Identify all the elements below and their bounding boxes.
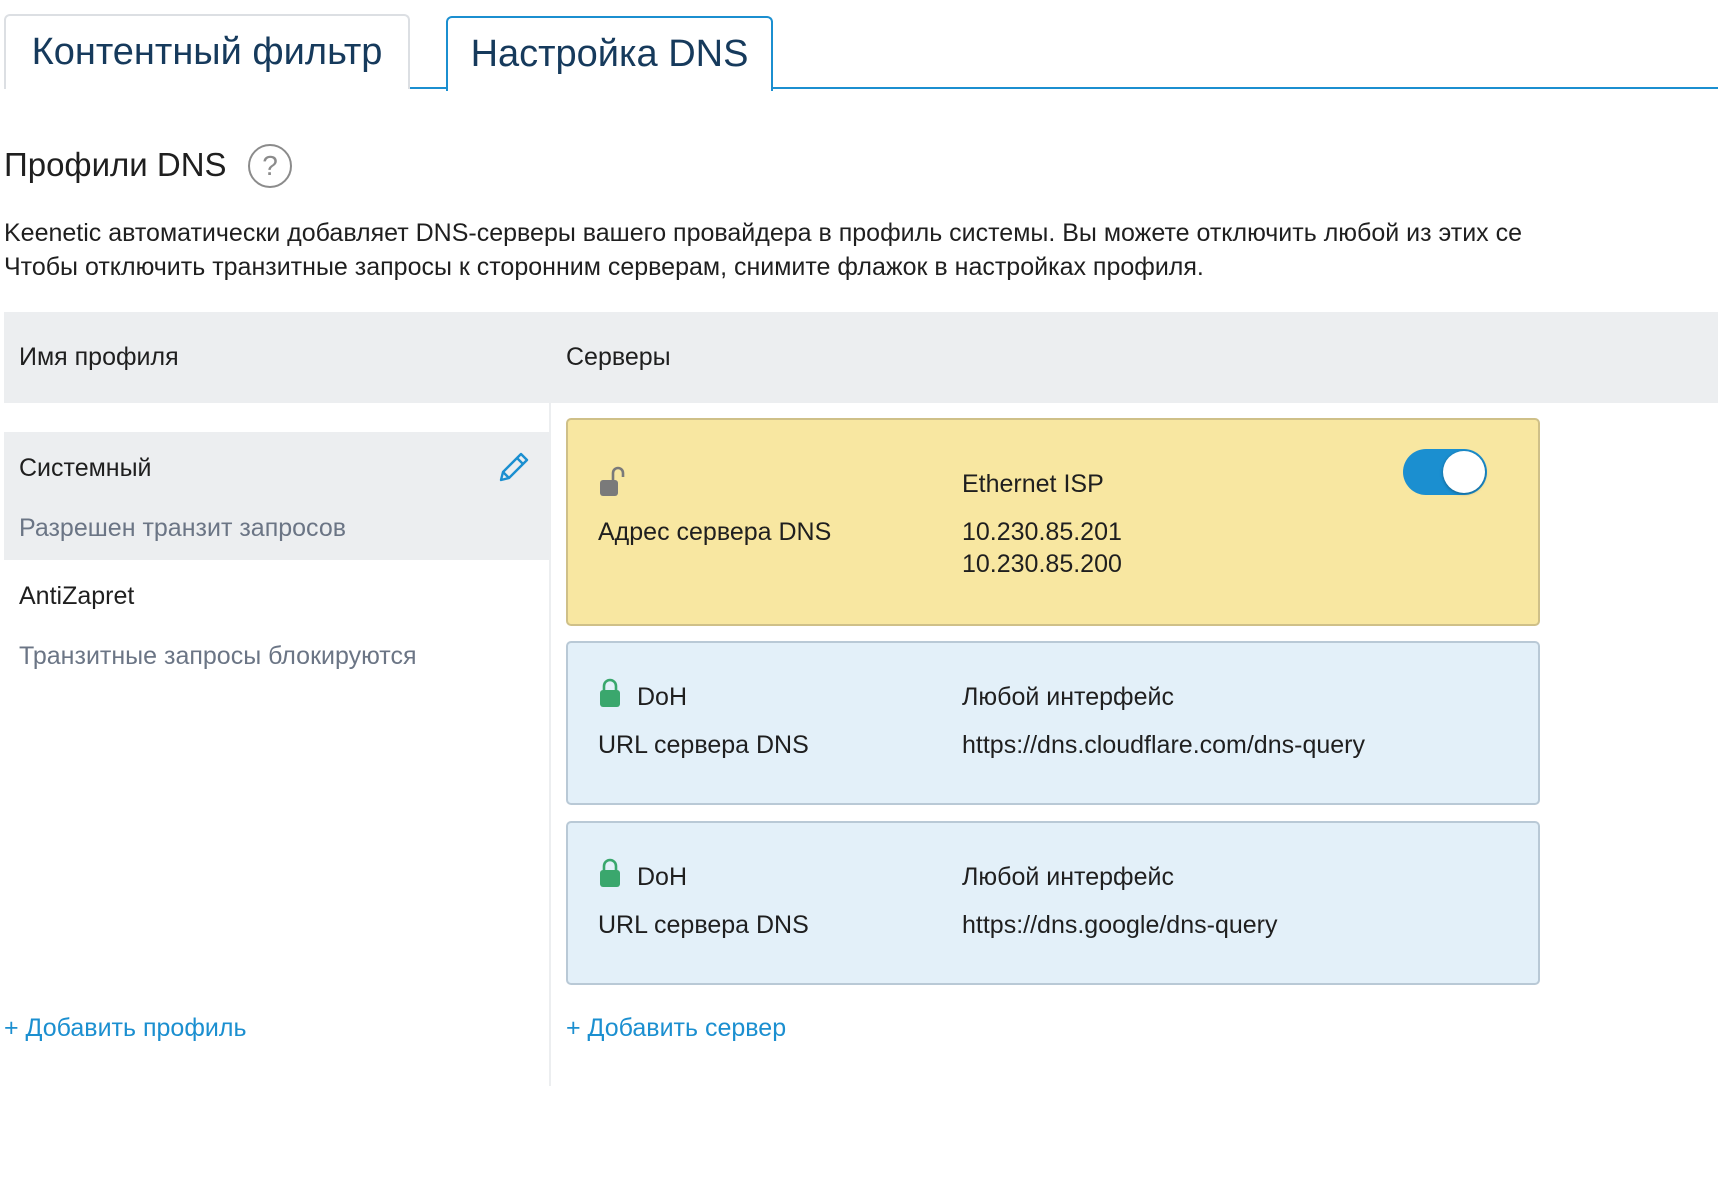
- page-title: Профили DNS: [4, 146, 227, 183]
- profile-status: Транзитные запросы блокируются: [19, 642, 417, 670]
- column-divider: [549, 403, 551, 1086]
- server-type: DoH: [637, 863, 688, 891]
- unlocked-lock-icon: [600, 466, 625, 496]
- server-interface: Ethernet ISP: [962, 470, 1104, 498]
- server-enable-toggle[interactable]: [1403, 449, 1487, 495]
- tab-dns-settings[interactable]: Настройка DNS: [446, 16, 773, 91]
- server-address-label: URL сервера DNS: [598, 731, 809, 759]
- pencil-edit-icon[interactable]: [495, 450, 531, 486]
- tab-content-filter[interactable]: Контентный фильтр: [4, 14, 410, 89]
- server-card-system[interactable]: Ethernet ISP Адрес сервера DNS 10.230.85…: [566, 418, 1540, 626]
- tab-label: Настройка DNS: [470, 33, 749, 75]
- toggle-knob: [1443, 451, 1485, 493]
- server-type: DoH: [637, 683, 688, 711]
- column-header-profile-name: Имя профиля: [19, 343, 179, 371]
- add-profile-link[interactable]: + Добавить профиль: [4, 1014, 246, 1043]
- server-card-doh-google[interactable]: DoH Любой интерфейс URL сервера DNS http…: [566, 821, 1540, 985]
- server-address-2: 10.230.85.200: [962, 550, 1122, 578]
- table-header: Имя профиля Серверы: [4, 312, 1718, 403]
- help-icon[interactable]: ?: [248, 144, 292, 188]
- server-card-doh-cloudflare[interactable]: DoH Любой интерфейс URL сервера DNS http…: [566, 641, 1540, 805]
- server-interface: Любой интерфейс: [962, 683, 1174, 711]
- profile-status: Разрешен транзит запросов: [19, 514, 347, 542]
- column-header-servers: Серверы: [566, 343, 671, 371]
- locked-lock-icon: [600, 678, 620, 707]
- server-interface: Любой интерфейс: [962, 863, 1174, 891]
- profile-name: Системный: [19, 454, 152, 482]
- server-address-1: 10.230.85.201: [962, 518, 1122, 546]
- server-url: https://dns.cloudflare.com/dns-query: [962, 731, 1365, 759]
- description-line-1: Keenetic автоматически добавляет DNS-сер…: [4, 219, 1523, 247]
- server-url: https://dns.google/dns-query: [962, 911, 1278, 939]
- server-address-label: URL сервера DNS: [598, 911, 809, 939]
- locked-lock-icon: [600, 858, 620, 887]
- tab-label: Контентный фильтр: [31, 31, 383, 73]
- description-line-2: Чтобы отключить транзитные запросы к сто…: [4, 253, 1204, 281]
- profile-name: AntiZapret: [19, 582, 135, 610]
- add-server-link[interactable]: + Добавить сервер: [566, 1014, 786, 1043]
- server-address-label: Адрес сервера DNS: [598, 518, 832, 546]
- profile-item-system[interactable]: Системный Разрешен транзит запросов: [4, 432, 549, 560]
- profile-item-antizapret[interactable]: AntiZapret Транзитные запросы блокируютс…: [4, 560, 549, 688]
